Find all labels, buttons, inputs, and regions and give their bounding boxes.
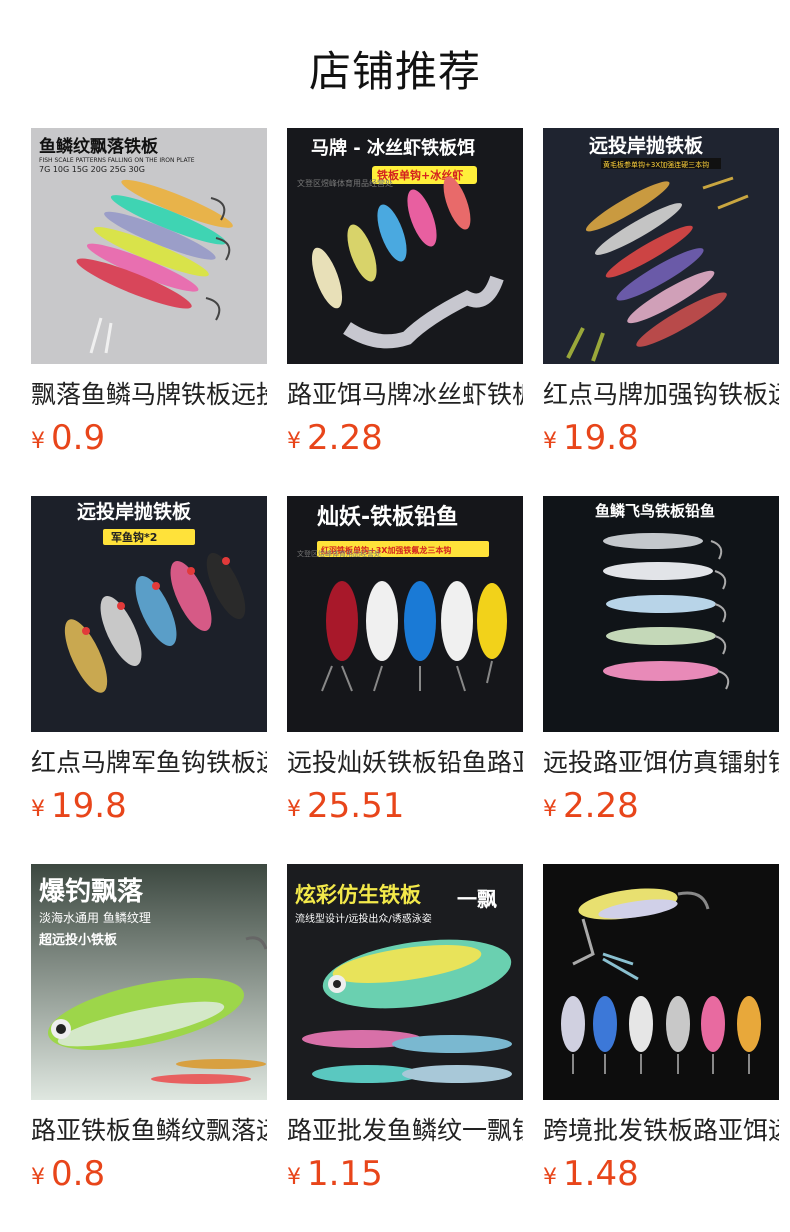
price-value: 0.9	[51, 418, 106, 458]
product-card[interactable]: 远投岸抛铁板 黄毛板参单钩+3X加强连硬三本钩 红点马牌加强钩铁板远投 ¥19.…	[543, 128, 779, 468]
price-value: 1.48	[563, 1154, 639, 1194]
product-title[interactable]: 路亚铁板鱼鳞纹飘落远投	[31, 1114, 267, 1148]
currency-symbol: ¥	[543, 429, 557, 454]
product-title[interactable]: 跨境批发铁板路亚饵远投	[543, 1114, 779, 1148]
svg-text:黄毛板参单钩+3X加强连硬三本钩: 黄毛板参单钩+3X加强连硬三本钩	[603, 160, 709, 169]
image-banner-text: 马牌 - 冰丝虾铁板饵	[311, 137, 475, 159]
price-value: 19.8	[51, 786, 127, 826]
product-image[interactable]: 鱼鳞纹飘落铁板 FISH SCALE PATTERNS FALLING ON T…	[31, 128, 267, 364]
product-title[interactable]: 飘落鱼鳞马牌铁板远投	[31, 378, 267, 412]
image-banner-text: 鱼鳞飞鸟铁板铅鱼	[595, 502, 715, 520]
product-title[interactable]: 红点马牌军鱼钩铁板远投	[31, 746, 267, 780]
price-value: 25.51	[307, 786, 405, 826]
image-banner-text: 爆钓飘落	[39, 877, 144, 907]
currency-symbol: ¥	[287, 797, 301, 822]
product-card[interactable]: 灿妖-铁板铅鱼 红羽铁板单钩+3X加强铁氟龙三本钩 文登区煜峰体育用品经营处 远…	[287, 496, 523, 836]
product-title[interactable]: 远投路亚饵仿真镭射铁板	[543, 746, 779, 780]
product-price: ¥0.9	[31, 418, 267, 464]
product-price: ¥2.28	[543, 786, 779, 832]
image-banner-text: 鱼鳞纹飘落铁板	[39, 136, 159, 157]
svg-text:流线型设计/远投出众/诱惑泳姿: 流线型设计/远投出众/诱惑泳姿	[295, 912, 432, 925]
product-image[interactable]: 远投岸抛铁板 军鱼钩*2	[31, 496, 267, 732]
product-card[interactable]: 远投岸抛铁板 军鱼钩*2 红点马牌军鱼钩铁板远投 ¥19.8	[31, 496, 267, 836]
price-value: 19.8	[563, 418, 639, 458]
product-title[interactable]: 路亚饵马牌冰丝虾铁板饵	[287, 378, 523, 412]
product-card[interactable]: 鱼鳞纹飘落铁板 FISH SCALE PATTERNS FALLING ON T…	[31, 128, 267, 468]
product-image[interactable]: 炫彩仿生铁板 一飘 流线型设计/远投出众/诱惑泳姿	[287, 864, 523, 1100]
currency-symbol: ¥	[287, 429, 301, 454]
svg-text:文登区煜峰体育用品经营处: 文登区煜峰体育用品经营处	[297, 178, 393, 188]
image-banner-text: 远投岸抛铁板	[589, 134, 704, 157]
image-banner-text: 灿妖-铁板铅鱼	[317, 504, 458, 530]
image-banner-text: 炫彩仿生铁板	[295, 883, 422, 907]
page-title: 店铺推荐	[308, 47, 481, 96]
product-image[interactable]: 鱼鳞飞鸟铁板铅鱼	[543, 496, 779, 732]
svg-text:超远投小铁板: 超远投小铁板	[39, 932, 118, 948]
product-title[interactable]: 路亚批发鱼鳞纹一飘铁板	[287, 1114, 523, 1148]
product-card[interactable]: 炫彩仿生铁板 一飘 流线型设计/远投出众/诱惑泳姿 路亚批发鱼鳞纹一飘铁板 ¥1…	[287, 864, 523, 1204]
product-price: ¥1.15	[287, 1154, 523, 1200]
price-value: 2.28	[563, 786, 639, 826]
price-value: 1.15	[307, 1154, 383, 1194]
price-value: 2.28	[307, 418, 383, 458]
currency-symbol: ¥	[543, 1165, 557, 1190]
svg-text:FISH SCALE PATTERNS FALLING ON: FISH SCALE PATTERNS FALLING ON THE IRON …	[39, 157, 195, 164]
product-card[interactable]: 鱼鳞飞鸟铁板铅鱼 远投路亚饵仿真镭射铁板 ¥2.28	[543, 496, 779, 836]
product-price: ¥19.8	[543, 418, 779, 464]
svg-text:文登区煜峰体育用品经营处: 文登区煜峰体育用品经营处	[297, 549, 381, 558]
product-image[interactable]	[543, 864, 779, 1100]
product-price: ¥2.28	[287, 418, 523, 464]
currency-symbol: ¥	[543, 797, 557, 822]
product-card[interactable]: 马牌 - 冰丝虾铁板饵 铁板单钩+冰丝虾 文登区煜峰体育用品经营处 路亚饵马牌冰…	[287, 128, 523, 468]
svg-text:军鱼钩*2: 军鱼钩*2	[111, 530, 157, 544]
svg-text:一飘: 一飘	[457, 887, 497, 911]
currency-symbol: ¥	[287, 1165, 301, 1190]
product-price: ¥0.8	[31, 1154, 267, 1200]
product-price: ¥1.48	[543, 1154, 779, 1200]
product-title[interactable]: 红点马牌加强钩铁板远投	[543, 378, 779, 412]
currency-symbol: ¥	[31, 429, 45, 454]
currency-symbol: ¥	[31, 1165, 45, 1190]
currency-symbol: ¥	[31, 797, 45, 822]
image-banner-text: 远投岸抛铁板	[77, 500, 192, 523]
price-value: 0.8	[51, 1154, 106, 1194]
product-image[interactable]: 远投岸抛铁板 黄毛板参单钩+3X加强连硬三本钩	[543, 128, 779, 364]
svg-text:7G 10G 15G 20G 25G 30G: 7G 10G 15G 20G 25G 30G	[39, 165, 145, 174]
product-card[interactable]: 跨境批发铁板路亚饵远投 ¥1.48	[543, 864, 779, 1204]
product-image[interactable]: 马牌 - 冰丝虾铁板饵 铁板单钩+冰丝虾 文登区煜峰体育用品经营处	[287, 128, 523, 364]
product-image[interactable]: 爆钓飘落 淡海水通用 鱼鳞纹理 超远投小铁板	[31, 864, 267, 1100]
product-price: ¥19.8	[31, 786, 267, 832]
product-title[interactable]: 远投灿妖铁板铅鱼路亚	[287, 746, 523, 780]
product-card[interactable]: 爆钓飘落 淡海水通用 鱼鳞纹理 超远投小铁板 路亚铁板鱼鳞纹飘落远投 ¥0.8	[31, 864, 267, 1204]
svg-text:淡海水通用 鱼鳞纹理: 淡海水通用 鱼鳞纹理	[39, 910, 151, 925]
product-price: ¥25.51	[287, 786, 523, 832]
product-image[interactable]: 灿妖-铁板铅鱼 红羽铁板单钩+3X加强铁氟龙三本钩 文登区煜峰体育用品经营处	[287, 496, 523, 732]
